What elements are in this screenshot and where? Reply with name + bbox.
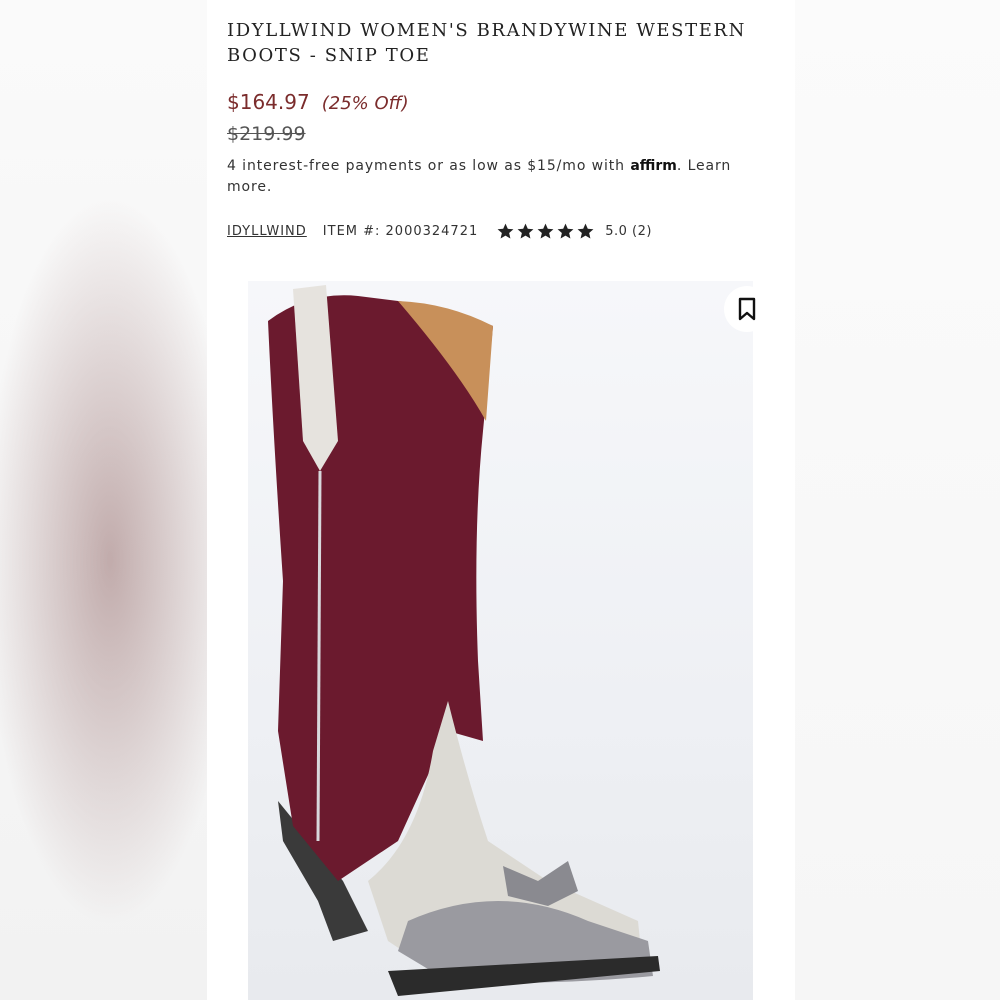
star-icon xyxy=(517,223,534,239)
price-row: $164.97 (25% Off) xyxy=(227,90,409,114)
product-meta: IDYLLWIND ITEM #: 2000324721 5.0 (2) xyxy=(227,222,652,241)
product-title: IDYLLWIND WOMEN'S BRANDYWINE WESTERN BOO… xyxy=(227,20,746,66)
discount-label: (25% Off) xyxy=(321,93,409,114)
affirm-suffix: . xyxy=(676,158,688,174)
star-icon xyxy=(497,223,514,239)
rating-stars[interactable] xyxy=(496,222,595,241)
star-icon xyxy=(557,223,574,239)
brand-link[interactable]: IDYLLWIND xyxy=(227,224,307,239)
background-blur-right xyxy=(795,0,1000,1000)
sale-price: $164.97 xyxy=(227,90,310,114)
affirm-financing: 4 interest-free payments or as low as $1… xyxy=(227,156,747,198)
product-image[interactable] xyxy=(248,281,753,1000)
bookmark-icon xyxy=(738,297,756,321)
star-icon xyxy=(577,223,594,239)
product-page: IDYLLWIND WOMEN'S BRANDYWINE WESTERN BOO… xyxy=(207,0,795,1000)
original-price: $219.99 xyxy=(227,123,306,145)
bookmark-button[interactable] xyxy=(724,286,770,332)
boot-illustration xyxy=(268,285,660,996)
background-blur-left xyxy=(0,0,207,1000)
rating-text[interactable]: 5.0 (2) xyxy=(605,224,652,239)
affirm-logo: affirm xyxy=(630,158,677,174)
star-icon xyxy=(537,223,554,239)
item-number: ITEM #: 2000324721 xyxy=(322,224,479,239)
affirm-text: 4 interest-free payments or as low as $1… xyxy=(227,158,631,174)
